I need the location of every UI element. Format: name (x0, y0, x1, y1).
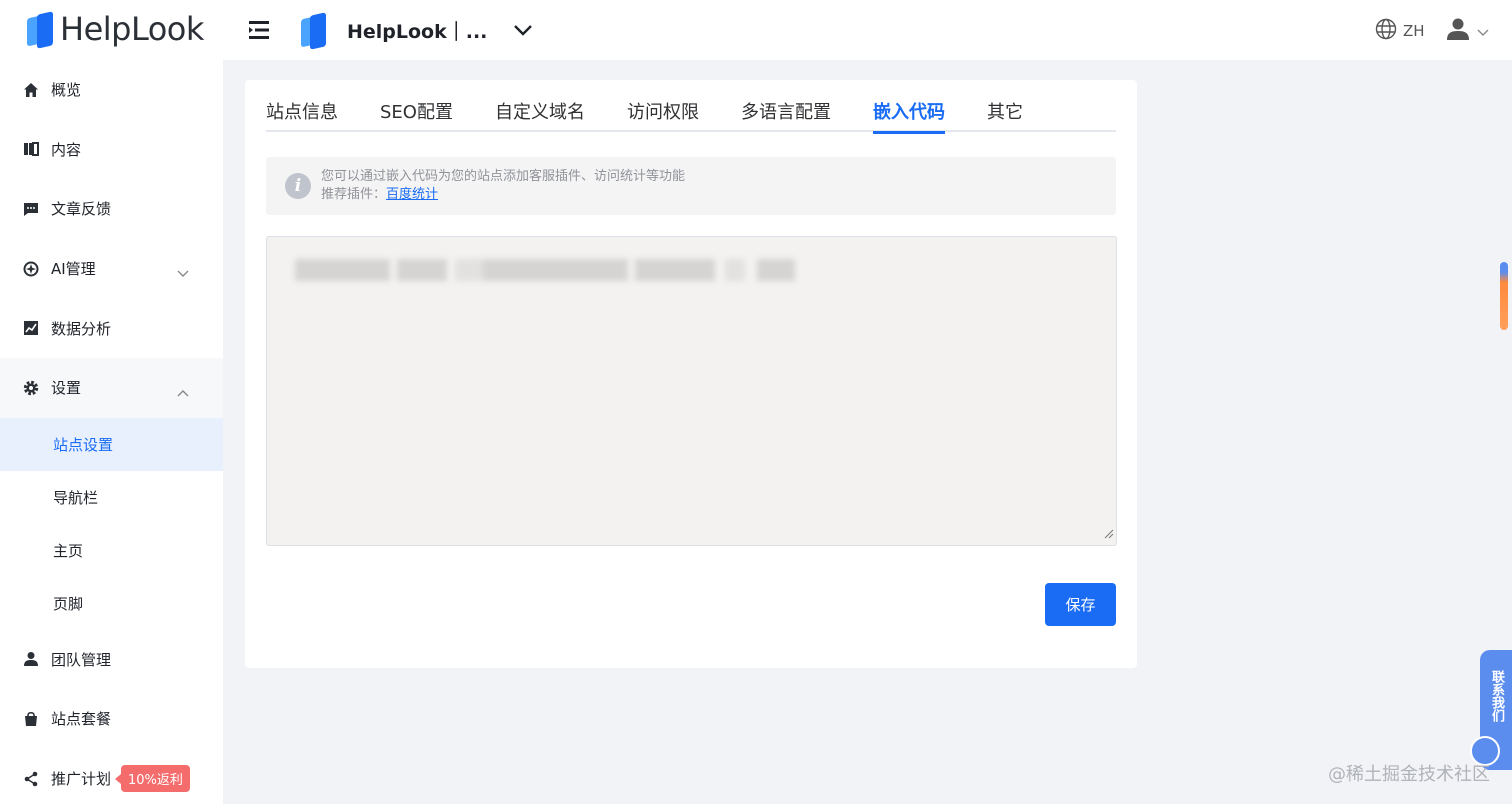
blurred-code (285, 255, 795, 285)
resize-handle-icon[interactable] (1104, 524, 1114, 543)
info-text: 您可以通过嵌入代码为您的站点添加客服插件、访问统计等功能 推荐插件：百度统计 (321, 168, 685, 204)
ai-icon (22, 260, 40, 278)
menu-toggle-icon[interactable] (247, 19, 271, 41)
gear-icon (22, 379, 40, 397)
sidebar-item-label: 推广计划 (51, 770, 112, 789)
promo-badge: 10%返利 (115, 765, 190, 793)
sidebar-item-label: 数据分析 (51, 319, 112, 338)
settings-card: 站点信息 SEO配置 自定义域名 访问权限 多语言配置 嵌入代码 其它 i 您可… (245, 80, 1137, 668)
message-icon (22, 200, 40, 218)
user-icon (22, 650, 40, 668)
tab-site-info[interactable]: 站点信息 (266, 80, 338, 132)
sidebar-item-settings[interactable]: 设置 (0, 357, 223, 418)
info-alert: i 您可以通过嵌入代码为您的站点添加客服插件、访问统计等功能 推荐插件：百度统计 (266, 157, 1116, 215)
sidebar-subitem-homepage[interactable]: 主页 (0, 524, 223, 577)
site-logo-icon (301, 12, 327, 50)
sidebar-item-label: 团队管理 (51, 650, 112, 669)
info-line: 您可以通过嵌入代码为您的站点添加客服插件、访问统计等功能 (321, 169, 686, 184)
embed-code-textarea[interactable] (266, 236, 1117, 546)
sidebar-item-feedback[interactable]: 文章反馈 (0, 179, 223, 239)
contact-us-widget[interactable]: 联系我们 (1470, 650, 1512, 770)
tab-other[interactable]: 其它 (987, 80, 1023, 132)
sidebar-item-analytics[interactable]: 数据分析 (0, 298, 223, 358)
user-menu[interactable] (1447, 17, 1489, 45)
info-icon: i (285, 173, 311, 199)
bag-icon (22, 710, 40, 728)
share-icon (22, 770, 40, 788)
tab-embed-code[interactable]: 嵌入代码 (872, 80, 945, 134)
app-logo[interactable]: HelpLook (27, 9, 204, 49)
site-name[interactable]: HelpLook｜... (347, 17, 487, 44)
chevron-down-icon (1477, 22, 1489, 41)
tab-seo[interactable]: SEO配置 (380, 80, 453, 132)
sidebar-item-content[interactable]: 内容 (0, 120, 223, 180)
sidebar-subitem-footer[interactable]: 页脚 (0, 577, 223, 630)
tab-access[interactable]: 访问权限 (627, 80, 699, 132)
language-switcher[interactable]: ZH (1375, 18, 1425, 44)
info-line: 推荐插件：百度统计 (321, 186, 685, 204)
sidebar-item-promotion[interactable]: 推广计划 10%返利 (0, 749, 223, 804)
sidebar-nav: 概览 内容 文章反馈 AI管理 数据分析 设置 站点设置 导航栏 主页 页脚 团… (0, 60, 223, 804)
sidebar-item-label: 设置 (51, 379, 82, 398)
sidebar-item-label: AI管理 (51, 260, 96, 279)
sidebar-item-ai[interactable]: AI管理 (0, 239, 223, 299)
chevron-up-icon (177, 383, 189, 401)
top-header: HelpLook｜... ZH (223, 0, 1512, 60)
settings-tabs: 站点信息 SEO配置 自定义域名 访问权限 多语言配置 嵌入代码 其它 (266, 80, 1116, 134)
avatar-icon (1447, 17, 1469, 45)
info-prefix: 推荐插件： (321, 187, 387, 202)
sidebar-subitem-navbar[interactable]: 导航栏 (0, 471, 223, 524)
chart-icon (22, 319, 40, 337)
logo-text: HelpLook (60, 10, 204, 48)
sidebar-item-label: 站点套餐 (51, 710, 112, 729)
sidebar-item-team[interactable]: 团队管理 (0, 630, 223, 690)
sidebar-item-label: 概览 (51, 81, 82, 100)
chevron-down-icon[interactable] (513, 22, 533, 41)
tab-custom-domain[interactable]: 自定义域名 (495, 80, 585, 132)
sidebar-item-label: 内容 (51, 140, 82, 159)
chevron-down-icon (177, 264, 189, 282)
globe-icon (1375, 18, 1397, 44)
sidebar-item-label: 文章反馈 (51, 200, 112, 219)
sidebar-item-plan[interactable]: 站点套餐 (0, 689, 223, 749)
save-button[interactable]: 保存 (1045, 583, 1116, 626)
home-icon (22, 81, 40, 99)
sidebar: HelpLook 概览 内容 文章反馈 AI管理 数据分析 设置 站点设置 导航… (0, 0, 223, 804)
sidebar-subitem-site-settings[interactable]: 站点设置 (0, 417, 223, 471)
tab-multilang[interactable]: 多语言配置 (741, 80, 831, 132)
book-icon (22, 140, 40, 158)
helplook-logo-icon (27, 11, 54, 49)
contact-label: 联系我们 (1489, 670, 1504, 722)
sidebar-item-overview[interactable]: 概览 (0, 60, 223, 120)
language-label: ZH (1403, 22, 1425, 40)
baidu-stats-link[interactable]: 百度统计 (386, 187, 438, 202)
watermark: @稀土掘金技术社区 (1328, 764, 1490, 785)
scrollbar[interactable] (1500, 262, 1508, 330)
